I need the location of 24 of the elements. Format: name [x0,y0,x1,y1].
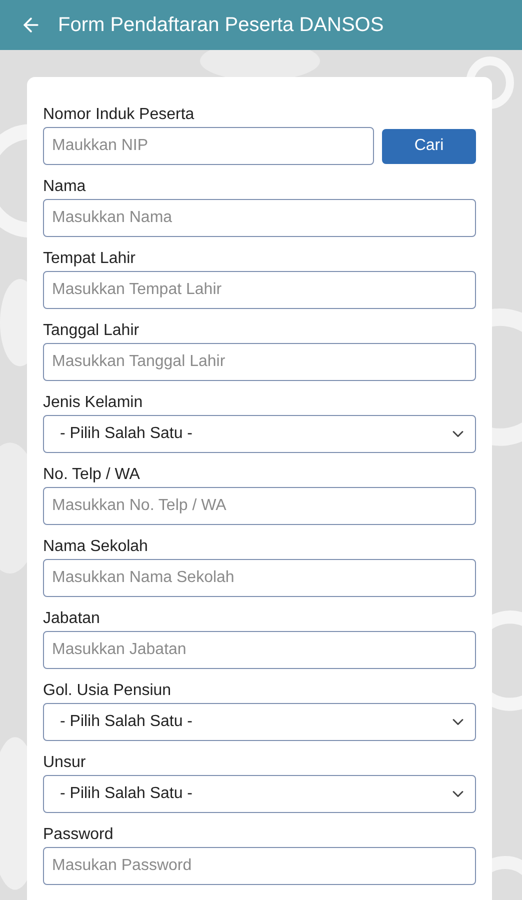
field-label: Unsur [43,753,87,773]
app-bar-title: Form Pendaftaran Peserta DANSOS [58,13,384,38]
input-field[interactable]: Masukkan Jabatan [43,631,476,669]
input-field[interactable]: Maukkan NIP [43,127,374,165]
field-label: Nomor Induk Peserta [43,105,196,125]
dropdown-field[interactable]: - Pilih Salah Satu - [43,703,476,741]
field-label: Password [43,825,114,845]
field-label: Nama Sekolah [43,537,149,557]
input-field[interactable]: Masukan Password [43,847,476,885]
field-label: Gol. Usia Pensiun [43,681,172,701]
search-button[interactable]: Cari [382,128,476,164]
field-label: No. Telp / WA [43,465,141,485]
field-label: Tempat Lahir [43,249,136,269]
field-label: Jabatan [43,609,101,629]
input-field[interactable]: Masukkan Tanggal Lahir [43,343,476,381]
dropdown-field[interactable]: - Pilih Salah Satu - [43,415,476,453]
field-label: Nama [43,177,87,197]
input-field[interactable]: Masukkan Nama Sekolah [43,559,476,597]
input-field[interactable]: Masukkan Nama [43,199,476,237]
field-label: Tanggal Lahir [43,321,140,341]
field-label: Jenis Kelamin [43,393,144,413]
dropdown-field[interactable]: - Pilih Salah Satu - [43,775,476,813]
input-field[interactable]: Masukkan No. Telp / WA [43,487,476,525]
input-field[interactable]: Masukkan Tempat Lahir [43,271,476,309]
